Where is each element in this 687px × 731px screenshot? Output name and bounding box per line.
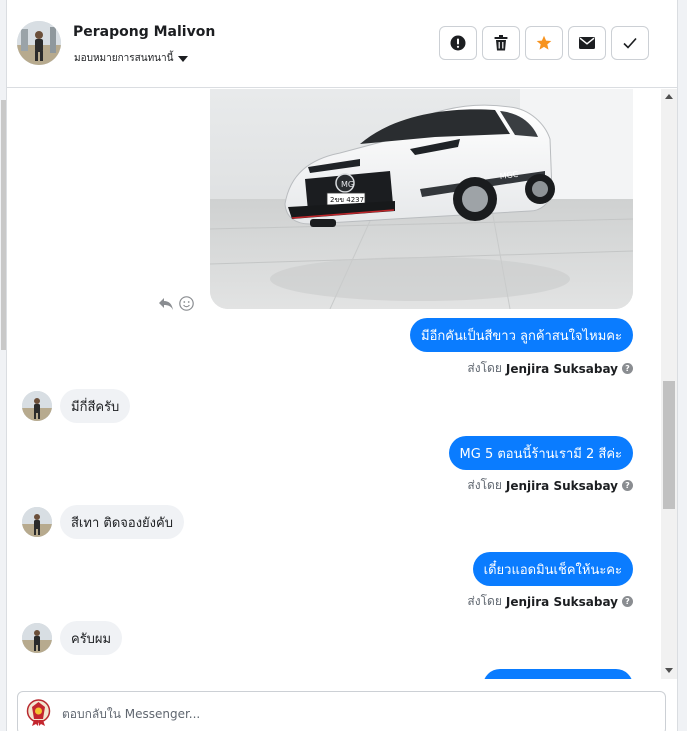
envelope-icon xyxy=(579,37,595,49)
scroll-up-arrow-icon[interactable] xyxy=(665,94,673,99)
caret-down-icon xyxy=(178,55,189,62)
exclamation-circle-icon xyxy=(450,35,466,51)
incoming-message-row: มีกี่สีครับ xyxy=(22,389,131,423)
assign-label: มอบหมายการสนทนานี้ xyxy=(74,53,174,64)
outgoing-message[interactable]: เดี๋ยวแอดมินเช็คให้นะคะ xyxy=(472,552,633,586)
attachment-actions xyxy=(158,296,194,311)
page-avatar xyxy=(26,699,51,727)
scroll-down-arrow-icon[interactable] xyxy=(665,668,673,673)
incoming-message[interactable]: สีเทา ติดจองยังคับ xyxy=(60,505,184,539)
outgoing-message-partial xyxy=(483,669,633,679)
sent-by-line: ส่งโดย Jenjira Suksabay ? xyxy=(467,592,633,611)
contact-avatar-small[interactable] xyxy=(22,623,52,653)
license-plate: 2ขข 4237 xyxy=(330,196,364,204)
sender-name: Jenjira Suksabay xyxy=(505,594,618,609)
sent-by-line: ส่งโดย Jenjira Suksabay ? xyxy=(467,359,633,378)
trash-icon xyxy=(494,35,508,51)
star-button[interactable] xyxy=(525,26,563,60)
star-icon xyxy=(536,35,552,50)
sent-by-label: ส่งโดย xyxy=(467,478,502,492)
assign-conversation-dropdown[interactable]: มอบหมายการสนทนานี้ xyxy=(74,51,189,66)
smiley-icon[interactable] xyxy=(179,296,194,311)
sent-by-label: ส่งโดย xyxy=(467,594,502,608)
sender-name: Jenjira Suksabay xyxy=(505,478,618,493)
mark-spam-button[interactable] xyxy=(439,26,477,60)
help-icon[interactable]: ? xyxy=(622,480,633,491)
help-icon[interactable]: ? xyxy=(622,363,633,374)
contact-avatar[interactable] xyxy=(17,21,61,65)
svg-text:MG: MG xyxy=(341,180,354,189)
outgoing-message[interactable]: มีอีกคันเป็นสีขาว ลูกค้าสนใจไหมคะ xyxy=(410,318,633,352)
incoming-message[interactable]: ครับผม xyxy=(60,621,123,655)
sent-by-label: ส่งโดย xyxy=(467,361,502,375)
contact-name[interactable]: Perapong Malivon xyxy=(73,24,215,40)
window-edge xyxy=(677,0,687,731)
thread-scrollbar[interactable] xyxy=(661,89,677,679)
message-thread[interactable]: MG 2ขข 4237 MGC มีอีกคันเป็นสีขาว ลูกค้า… xyxy=(7,89,661,679)
mark-done-button[interactable] xyxy=(611,26,649,60)
reply-input[interactable] xyxy=(62,704,652,724)
mark-unread-button[interactable] xyxy=(568,26,606,60)
incoming-message-row: สีเทา ติดจองยังคับ xyxy=(22,505,184,539)
left-scrollbar-thumb[interactable] xyxy=(1,100,6,350)
contact-avatar-small[interactable] xyxy=(22,391,52,421)
reply-icon[interactable] xyxy=(158,297,174,311)
contact-avatar-small[interactable] xyxy=(22,507,52,537)
conversation-header: Perapong Malivon มอบหมายการสนทนานี้ xyxy=(7,0,677,88)
outgoing-message[interactable]: MG 5 ตอนนี้ร้านเรามี 2 สีค่ะ xyxy=(448,436,633,470)
scrollbar-thumb[interactable] xyxy=(663,381,675,509)
conversation-actions xyxy=(439,26,649,60)
incoming-message-row: ครับผม xyxy=(22,621,123,655)
image-attachment[interactable]: MG 2ขข 4237 MGC xyxy=(210,89,633,309)
reply-composer xyxy=(17,691,666,731)
help-icon[interactable]: ? xyxy=(622,596,633,607)
delete-button[interactable] xyxy=(482,26,520,60)
incoming-message[interactable]: มีกี่สีครับ xyxy=(60,389,131,423)
left-panel-edge xyxy=(0,0,7,731)
sent-by-line: ส่งโดย Jenjira Suksabay ? xyxy=(467,476,633,495)
check-icon xyxy=(623,37,637,49)
sender-name: Jenjira Suksabay xyxy=(505,361,618,376)
